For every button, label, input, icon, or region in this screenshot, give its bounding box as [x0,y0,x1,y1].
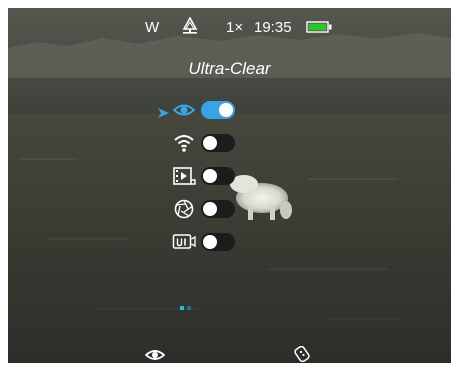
menu-item-video-record[interactable] [158,165,258,187]
mode-title: Ultra-Clear [188,59,271,78]
video-record-toggle[interactable] [201,167,235,185]
forest-mode-icon [182,16,198,39]
battery-full-icon [306,20,332,37]
wifi-toggle[interactable] [201,134,235,152]
selection-pointer-icon [158,105,169,123]
aperture-icon [172,198,196,220]
video-record-icon [172,165,196,187]
page-dot-active [180,306,184,310]
wifi-icon [172,132,196,154]
ui-display-icon [172,231,196,253]
page-indicator [180,306,194,312]
ui-display-toggle[interactable] [201,233,235,251]
mode-letter: W [145,19,160,36]
device-screen: W 1× 19:35 Ultra-Clear [8,8,451,363]
toggle-knob [203,136,217,150]
status-bar: W 1× 19:35 [8,16,451,39]
toggle-knob [203,235,217,249]
zoom-level: 1× [226,19,244,36]
eye-icon [172,99,196,121]
toggle-knob [203,202,217,216]
page-dot-inactive [187,306,191,310]
display-toggle[interactable] [201,101,235,119]
menu-item-wifi[interactable] [158,132,258,154]
aperture-toggle[interactable] [201,200,235,218]
clock: 19:35 [254,19,292,36]
menu-item-display[interactable] [158,99,258,121]
toggle-knob [219,103,233,117]
remote-control-icon[interactable] [294,345,310,363]
menu-item-ui-display[interactable] [158,231,258,253]
menu-item-aperture[interactable] [158,198,258,220]
toggle-knob [203,169,217,183]
eye-icon[interactable] [144,348,166,363]
